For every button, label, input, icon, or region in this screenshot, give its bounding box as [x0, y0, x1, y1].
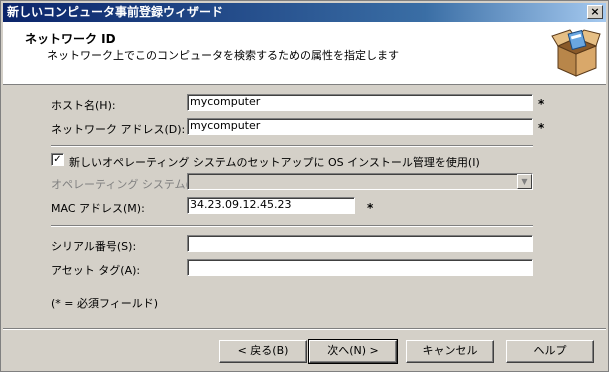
serial-number-input[interactable]: [187, 235, 533, 252]
check-icon: ✓: [53, 154, 62, 165]
open-box-icon: [551, 29, 601, 77]
network-address-required-mark: *: [538, 121, 545, 135]
window-title: 新しいコンピュータ事前登録ウィザード: [7, 5, 224, 19]
next-button[interactable]: 次へ(N) >: [308, 339, 398, 364]
asset-tag-label: アセット タグ(A):: [51, 264, 141, 277]
cancel-button[interactable]: キャンセル: [406, 340, 494, 363]
close-button[interactable]: ×: [587, 5, 603, 19]
dropdown-glyph: ▼: [521, 177, 528, 186]
os-install-checkbox[interactable]: ✓: [51, 153, 64, 166]
wizard-header: ネットワーク ID ネットワーク上でこのコンピュータを検索するための属性を指定し…: [3, 22, 606, 85]
os-select[interactable]: ▼: [187, 173, 533, 190]
host-name-label: ホスト名(H):: [51, 99, 116, 112]
separator: [51, 145, 533, 147]
host-name-required-mark: *: [538, 97, 545, 111]
mac-address-label: MAC アドレス(M):: [51, 202, 145, 215]
mac-address-required-mark: *: [367, 201, 374, 215]
back-button-label: < 戻る(B): [237, 344, 289, 357]
close-icon: ×: [590, 5, 600, 18]
header-subtitle: ネットワーク上でこのコンピュータを検索するための属性を指定します: [47, 49, 399, 62]
next-button-label: 次へ(N) >: [327, 344, 379, 357]
network-address-input[interactable]: mycomputer: [187, 118, 533, 135]
asset-tag-input[interactable]: [187, 259, 533, 276]
os-label: オペレーティング システム(O):: [51, 178, 207, 191]
network-address-value: mycomputer: [190, 119, 261, 132]
chevron-down-icon[interactable]: ▼: [517, 174, 532, 189]
mac-address-input[interactable]: 34.23.09.12.45.23: [187, 197, 355, 214]
help-button-label: ヘルプ: [533, 344, 567, 357]
host-name-input[interactable]: mycomputer: [187, 94, 533, 111]
footer-separator: [3, 328, 606, 330]
back-button[interactable]: < 戻る(B): [219, 340, 307, 363]
separator: [51, 225, 533, 227]
serial-number-label: シリアル番号(S):: [51, 240, 137, 253]
help-button[interactable]: ヘルプ: [506, 340, 594, 363]
header-title: ネットワーク ID: [25, 32, 116, 46]
host-name-value: mycomputer: [190, 95, 261, 108]
title-bar: 新しいコンピュータ事前登録ウィザード ×: [3, 3, 606, 22]
required-fields-note: (* = 必須フィールド): [51, 297, 159, 310]
os-install-checkbox-label[interactable]: 新しいオペレーティング システムのセットアップに OS インストール管理を使用(…: [69, 154, 480, 170]
wizard-window: 新しいコンピュータ事前登録ウィザード × ネットワーク ID ネットワーク上でこ…: [0, 0, 609, 372]
cancel-button-label: キャンセル: [422, 344, 478, 357]
network-address-label: ネットワーク アドレス(D):: [51, 123, 186, 136]
mac-address-value: 34.23.09.12.45.23: [190, 198, 292, 211]
